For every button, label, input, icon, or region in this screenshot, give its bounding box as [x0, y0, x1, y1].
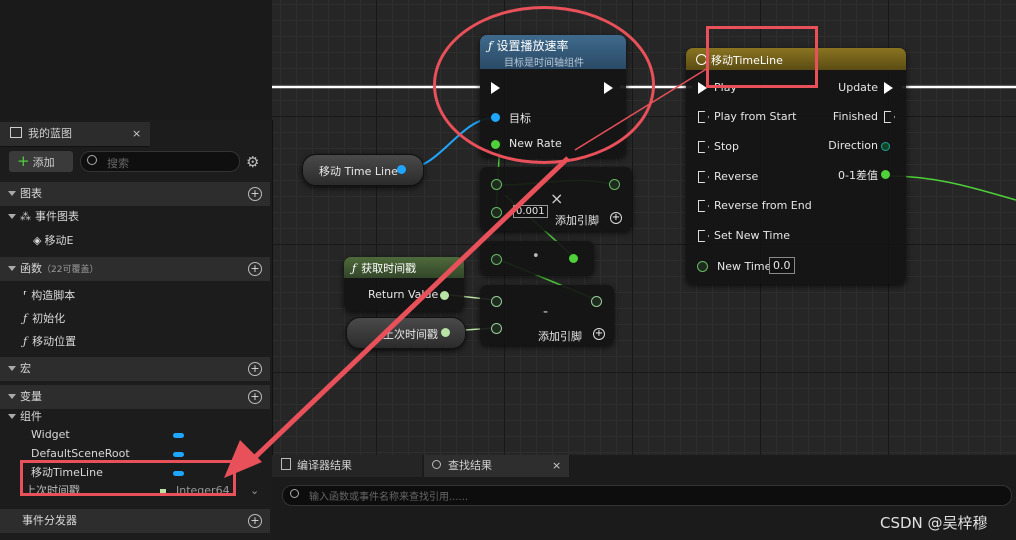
annotation-arrows — [224, 67, 709, 478]
watermark: CSDN @吴梓穆 — [880, 514, 988, 532]
